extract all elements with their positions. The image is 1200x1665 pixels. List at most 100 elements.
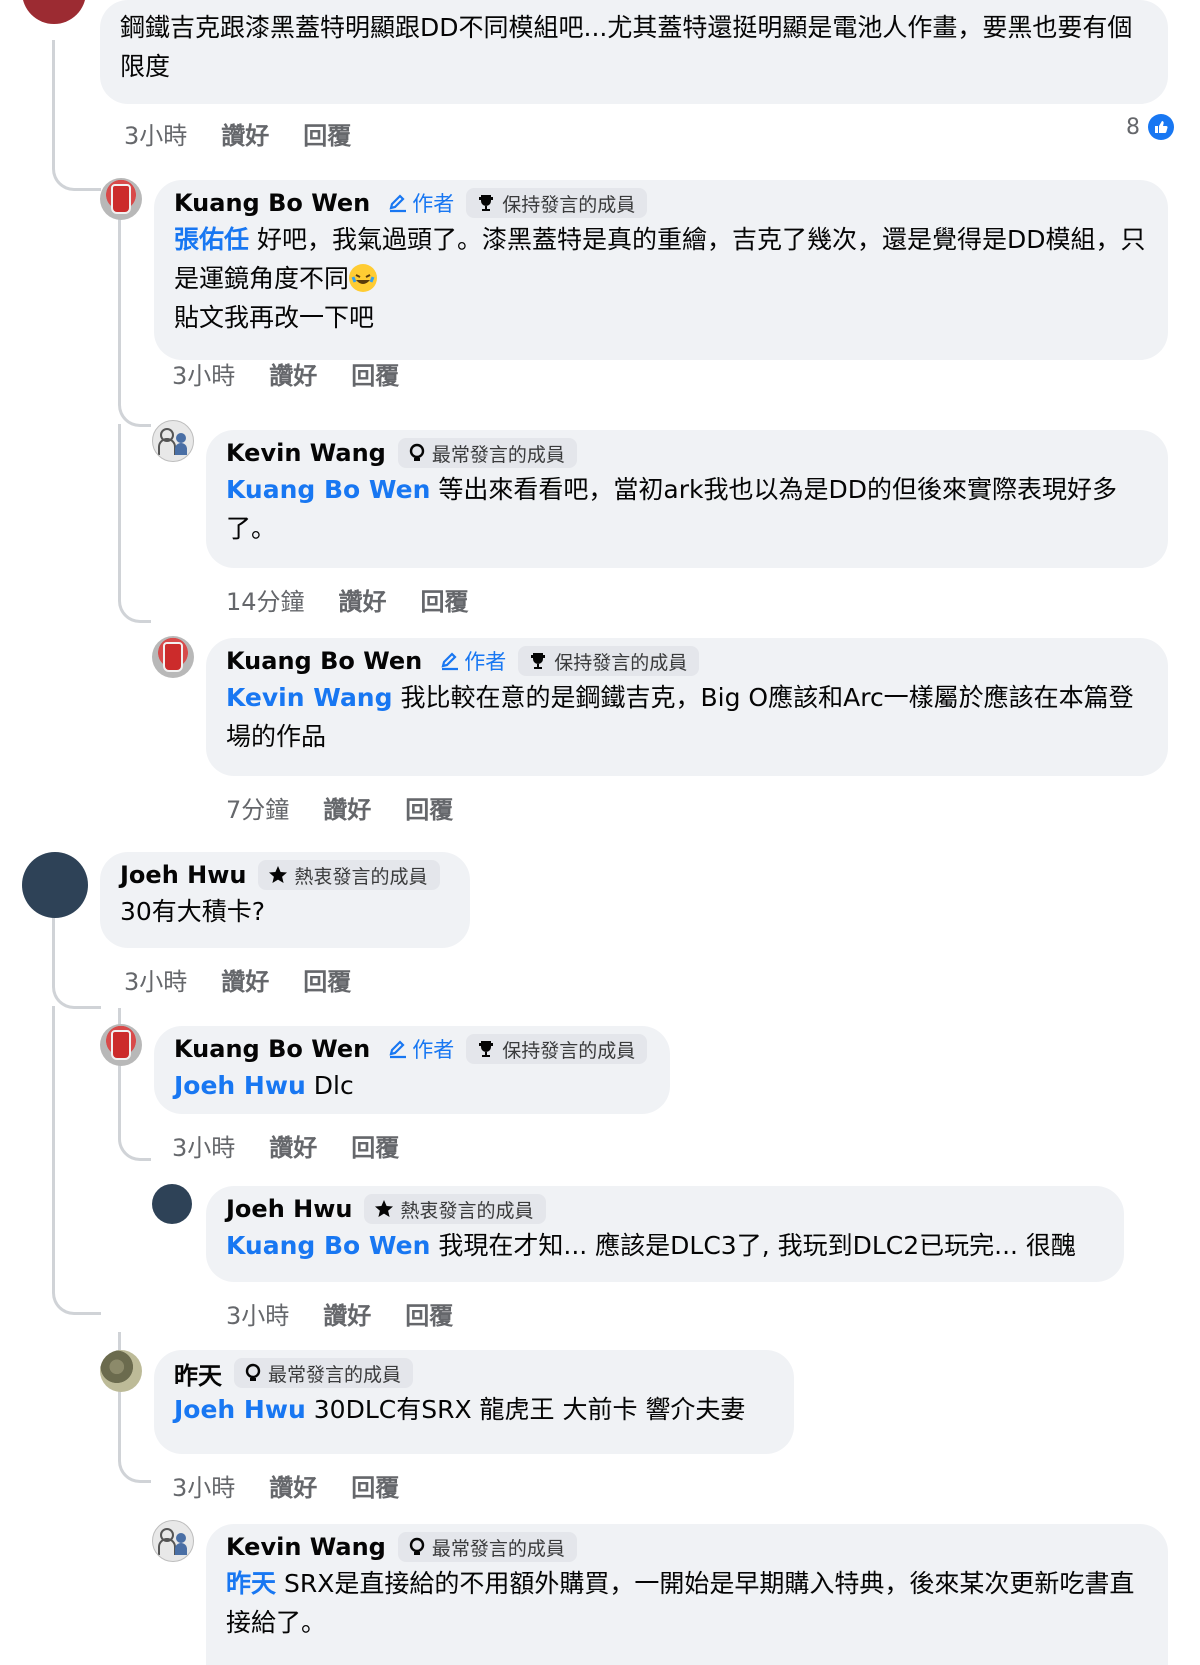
- mention-link[interactable]: 昨天: [226, 1569, 276, 1598]
- mention-link[interactable]: Kuang Bo Wen: [226, 1231, 430, 1260]
- comment-time[interactable]: 3小時: [124, 116, 187, 151]
- bulb-icon: [245, 1363, 261, 1381]
- thread-line: [118, 424, 151, 623]
- user-avatar[interactable]: [22, 852, 88, 918]
- like-button[interactable]: 讚好: [269, 1468, 317, 1503]
- comment-bubble: Joeh Hwu 熱衷發言的成員 30有大積卡?: [100, 852, 470, 948]
- comment-actions: 3小時 讚好 回覆: [172, 356, 433, 391]
- thread-line: [52, 40, 101, 191]
- comment-author[interactable]: Kuang Bo Wen: [174, 1035, 370, 1063]
- comment-author[interactable]: Kevin Wang: [226, 439, 386, 467]
- user-avatar[interactable]: [100, 178, 142, 220]
- comment-time[interactable]: 3小時: [172, 356, 235, 391]
- member-badge: 最常發言的成員: [397, 1532, 577, 1562]
- mention-link[interactable]: 張佑任: [174, 225, 249, 254]
- comment-text: 鋼鐵吉克跟漆黑蓋特明顯跟DD不同模組吧...尤其蓋特還挺明顯是電池人作畫，要黑也…: [120, 13, 1133, 81]
- comment-author[interactable]: Kevin Wang: [226, 1533, 386, 1561]
- comment-time[interactable]: 14分鐘: [226, 582, 305, 617]
- pencil-icon: [441, 652, 459, 671]
- comment-bubble: Kuang Bo Wen 作者 保持發言的成員 Kevin Wang 我比較在意的…: [206, 638, 1168, 776]
- comment-time[interactable]: 7分鐘: [226, 790, 289, 825]
- member-badge: 保持發言的成員: [518, 646, 700, 676]
- reply-button[interactable]: 回覆: [351, 1468, 399, 1503]
- comment-author[interactable]: Joeh Hwu: [120, 861, 246, 889]
- member-badge-label: 熱衷發言的成員: [400, 1199, 534, 1222]
- member-badge-label: 保持發言的成員: [502, 193, 636, 216]
- comment-actions: 3小時 讚好 回覆: [172, 1468, 433, 1503]
- mention-link[interactable]: Kuang Bo Wen: [226, 475, 430, 504]
- comment-author[interactable]: 昨天: [174, 1356, 222, 1391]
- user-avatar[interactable]: [22, 0, 86, 24]
- comment-bubble: Kevin Wang 最常發言的成員 Kuang Bo Wen 等出來看看吧，當初…: [206, 430, 1168, 568]
- author-tag: 作者: [388, 1034, 454, 1064]
- comment-actions: 3小時 讚好 回覆: [226, 1296, 487, 1331]
- comment-time[interactable]: 3小時: [172, 1128, 235, 1163]
- member-badge-label: 最常發言的成員: [431, 443, 565, 466]
- star-icon: [375, 1200, 394, 1217]
- comment-author[interactable]: Kuang Bo Wen: [226, 647, 422, 675]
- comment-time[interactable]: 3小時: [226, 1296, 289, 1331]
- comment-body: 好吧，我氣過頭了。漆黑蓋特是真的重繪，吉克了幾次，還是覺得是DD模組，只是運鏡角…: [174, 225, 1146, 293]
- comment-body: 30DLC有SRX 龍虎王 大前卡 響介夫妻: [313, 1395, 746, 1424]
- user-avatar[interactable]: [100, 1024, 142, 1066]
- trophy-icon: [479, 1041, 494, 1057]
- member-badge-label: 保持發言的成員: [554, 651, 688, 674]
- like-button[interactable]: 讚好: [323, 1296, 371, 1331]
- comment-actions: 3小時 讚好 回覆: [124, 962, 385, 997]
- reply-button[interactable]: 回覆: [405, 790, 453, 825]
- reply-button[interactable]: 回覆: [405, 1296, 453, 1331]
- reply-button[interactable]: 回覆: [421, 582, 469, 617]
- thread-line: [52, 1006, 101, 1315]
- reply-button[interactable]: 回覆: [351, 1128, 399, 1163]
- member-badge-label: 最常發言的成員: [268, 1363, 402, 1386]
- like-button[interactable]: 讚好: [339, 582, 387, 617]
- member-badge: 最常發言的成員: [397, 438, 577, 468]
- like-button[interactable]: 讚好: [323, 790, 371, 825]
- member-badge-label: 最常發言的成員: [431, 1537, 565, 1560]
- pencil-icon: [389, 194, 407, 213]
- reaction-count-value: 8: [1126, 114, 1140, 140]
- member-badge-label: 保持發言的成員: [502, 1039, 636, 1062]
- thumbs-up-icon: [1148, 114, 1174, 140]
- bulb-icon: [409, 1537, 425, 1555]
- like-button[interactable]: 讚好: [221, 116, 269, 151]
- comment-time[interactable]: 3小時: [124, 962, 187, 997]
- reply-button[interactable]: 回覆: [303, 116, 351, 151]
- comment-time[interactable]: 3小時: [172, 1468, 235, 1503]
- member-badge: 保持發言的成員: [466, 1034, 648, 1064]
- user-avatar[interactable]: [152, 420, 194, 462]
- pencil-icon: [389, 1040, 407, 1059]
- like-button[interactable]: 讚好: [221, 962, 269, 997]
- laughing-emoji-icon: [349, 264, 378, 292]
- like-button[interactable]: 讚好: [269, 356, 317, 391]
- comment-author[interactable]: Joeh Hwu: [226, 1195, 352, 1223]
- comment-bubble: 鋼鐵吉克跟漆黑蓋特明顯跟DD不同模組吧...尤其蓋特還挺明顯是電池人作畫，要黑也…: [100, 0, 1168, 104]
- reply-button[interactable]: 回覆: [303, 962, 351, 997]
- author-tag-label: 作者: [412, 192, 455, 216]
- user-avatar[interactable]: [152, 636, 194, 678]
- user-avatar[interactable]: [152, 1520, 194, 1562]
- like-button[interactable]: 讚好: [269, 1128, 317, 1163]
- trophy-icon: [479, 195, 494, 211]
- author-tag: 作者: [440, 646, 506, 676]
- mention-link[interactable]: Kevin Wang: [226, 683, 393, 712]
- member-badge-label: 熱衷發言的成員: [294, 865, 428, 888]
- mention-link[interactable]: Joeh Hwu: [174, 1395, 306, 1424]
- comment-author[interactable]: Kuang Bo Wen: [174, 189, 370, 217]
- user-avatar[interactable]: [100, 1350, 142, 1392]
- comment-text: Joeh Hwu Dlc: [174, 1066, 650, 1105]
- bulb-icon: [409, 443, 425, 461]
- member-badge: 最常發言的成員: [234, 1358, 414, 1388]
- member-badge: 熱衷發言的成員: [364, 1194, 546, 1224]
- comment-actions: 3小時 讚好 回覆: [124, 116, 385, 151]
- comment-text: 昨天 SRX是直接給的不用額外購買，一開始是早期購入特典，後來某次更新吃書直接給了…: [226, 1564, 1148, 1642]
- comment-text: Kuang Bo Wen 等出來看看吧，當初ark我也以為是DD的但後來實際表現好…: [226, 470, 1148, 548]
- reply-button[interactable]: 回覆: [351, 356, 399, 391]
- comment-bubble: Kevin Wang 最常發言的成員 昨天 SRX是直接給的不用額外購買，一開始是…: [206, 1524, 1168, 1665]
- author-tag-label: 作者: [464, 650, 507, 674]
- comment-body: Dlc: [313, 1071, 354, 1100]
- mention-link[interactable]: Joeh Hwu: [174, 1071, 306, 1100]
- reaction-count[interactable]: 8: [1126, 114, 1174, 140]
- comment-actions: 7分鐘 讚好 回覆: [226, 790, 487, 825]
- user-avatar[interactable]: [152, 1184, 192, 1224]
